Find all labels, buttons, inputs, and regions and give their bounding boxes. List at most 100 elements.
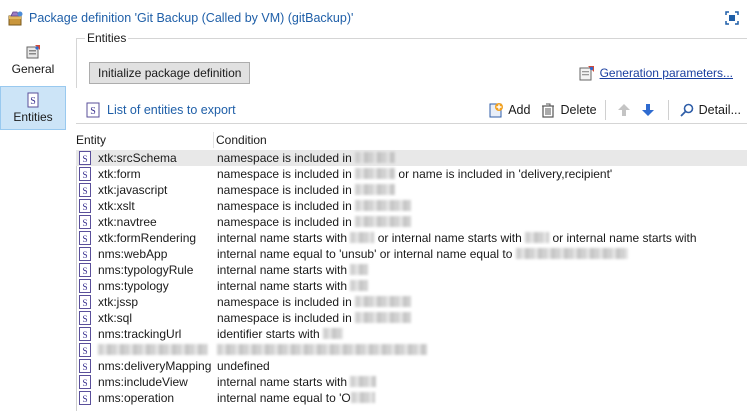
table-row[interactable]: Snms:trackingUrl identifier starts with (76, 326, 747, 342)
table-row[interactable]: Sxtk:xslt namespace is included in (76, 198, 747, 214)
schema-icon: S (79, 311, 91, 325)
condition-cell: internal name equal to 'unsub' or intern… (217, 246, 628, 262)
svg-text:S: S (90, 106, 96, 117)
sidebar-item-general[interactable]: General (0, 38, 66, 82)
svg-text:S: S (82, 331, 87, 341)
condition-cell: internal name starts with (217, 374, 377, 390)
svg-text:S: S (82, 251, 87, 261)
toolbar-separator (667, 100, 669, 120)
schema-icon: S (79, 263, 91, 277)
table-row[interactable]: Snms:operation internal name equal to 'O (76, 390, 747, 406)
add-button[interactable]: Add (488, 102, 530, 118)
condition-cell: namespace is included in (217, 294, 412, 310)
generation-parameters-link[interactable]: Generation parameters... (579, 65, 733, 81)
table-row[interactable]: Snms:includeView internal name starts wit… (76, 374, 747, 390)
entity-cell: xtk:javascript (98, 183, 168, 197)
svg-text:S: S (82, 363, 87, 373)
column-header-condition[interactable]: Condition (216, 133, 267, 147)
column-separator[interactable] (213, 132, 214, 148)
svg-text:S: S (82, 315, 87, 325)
entities-group: Entities Initialize package definition G… (76, 31, 747, 88)
entity-cell: xtk:srcSchema (98, 151, 177, 165)
table-row[interactable]: Snms:deliveryMapping undefined (76, 358, 747, 374)
schema-icon: S (79, 183, 91, 197)
entities-toolbar: S List of entities to export Add Delete (76, 96, 747, 124)
condition-cell: namespace is included in or name is incl… (217, 167, 613, 181)
search-icon (679, 103, 693, 117)
svg-text:S: S (82, 187, 87, 197)
svg-text:S: S (82, 219, 87, 229)
condition-cell: internal name starts with (217, 278, 369, 294)
detail-button[interactable]: Detail... (679, 102, 741, 118)
svg-text:S: S (30, 96, 36, 107)
redacted-text (217, 344, 427, 355)
table-row[interactable]: Sxtk:sql namespace is included in (76, 310, 747, 326)
entity-list: Sxtk:srcSchema namespace is included in S… (76, 150, 747, 406)
table-row[interactable]: Sxtk:jssp namespace is included in (76, 294, 747, 310)
column-header-entity[interactable]: Entity (76, 133, 106, 147)
entity-cell: xtk:sql (98, 311, 133, 325)
schema-icon: S (79, 279, 91, 293)
entity-cell: nms:trackingUrl (98, 327, 182, 341)
table-row[interactable]: S (76, 342, 747, 358)
svg-text:S: S (82, 203, 87, 213)
entity-cell: nms:operation (98, 391, 175, 405)
sidebar: General S Entities (0, 36, 68, 411)
table-row[interactable]: Sxtk:srcSchema namespace is included in (76, 150, 747, 166)
move-up-button[interactable] (616, 102, 636, 118)
redacted-text (350, 280, 369, 291)
condition-cell: undefined (217, 359, 270, 373)
schema-icon: S (79, 375, 91, 389)
entity-cell: nms:typology (98, 279, 169, 293)
entities-icon: S (27, 92, 39, 108)
svg-text:S: S (82, 171, 87, 181)
list-title: List of entities to export (107, 102, 236, 117)
schema-icon: S (79, 327, 91, 341)
list-icon: S (86, 102, 100, 117)
entity-cell: xtk:navtree (98, 215, 157, 229)
grid-header: Entity Condition (76, 132, 747, 150)
sidebar-item-label: Entities (13, 110, 53, 124)
table-row[interactable]: Sxtk:formRendering internal name starts w… (76, 230, 747, 246)
schema-icon: S (79, 391, 91, 405)
entity-cell: xtk:form (98, 167, 141, 181)
redacted-text (350, 392, 375, 403)
svg-text:S: S (82, 347, 87, 357)
move-down-button[interactable] (640, 102, 660, 118)
package-icon (8, 11, 23, 26)
maximize-icon[interactable] (725, 11, 739, 25)
schema-icon: S (79, 151, 91, 165)
initialize-package-button[interactable]: Initialize package definition (89, 62, 251, 84)
redacted-text (355, 168, 396, 179)
condition-cell: namespace is included in (217, 182, 396, 198)
sidebar-item-entities[interactable]: S Entities (0, 86, 66, 130)
redacted-text (525, 232, 550, 243)
redacted-text (350, 232, 375, 243)
svg-text:S: S (82, 395, 87, 405)
entity-cell: xtk:jssp (98, 295, 139, 309)
window-title: Package definition 'Git Backup (Called b… (29, 11, 354, 25)
condition-cell: internal name equal to 'O (217, 390, 375, 406)
entity-cell: nms:includeView (98, 375, 188, 389)
entity-cell (98, 342, 208, 358)
table-row[interactable]: Sxtk:javascript namespace is included in (76, 182, 747, 198)
trash-icon (542, 103, 555, 118)
entity-cell: xtk:xslt (98, 199, 135, 213)
schema-icon: S (79, 295, 91, 309)
redacted-text (355, 184, 396, 195)
svg-text:S: S (82, 155, 87, 165)
add-label: Add (508, 103, 531, 117)
condition-cell: internal name starts with (217, 262, 369, 278)
main-panel: Entities Initialize package definition G… (76, 31, 747, 411)
table-row[interactable]: Sxtk:form namespace is included in or nam… (76, 166, 747, 182)
generation-parameters-label: Generation parameters... (599, 66, 733, 80)
redacted-text (355, 312, 412, 323)
delete-button[interactable]: Delete (540, 102, 597, 118)
table-row[interactable]: Snms:webApp internal name equal to 'unsub… (76, 246, 747, 262)
table-row[interactable]: Sxtk:navtree namespace is included in (76, 214, 747, 230)
table-row[interactable]: Snms:typologyRule internal name starts wi… (76, 262, 747, 278)
svg-text:S: S (82, 267, 87, 277)
condition-cell: internal name starts with or internal na… (217, 231, 697, 245)
table-row[interactable]: Snms:typology internal name starts with (76, 278, 747, 294)
condition-cell: namespace is included in (217, 150, 396, 166)
